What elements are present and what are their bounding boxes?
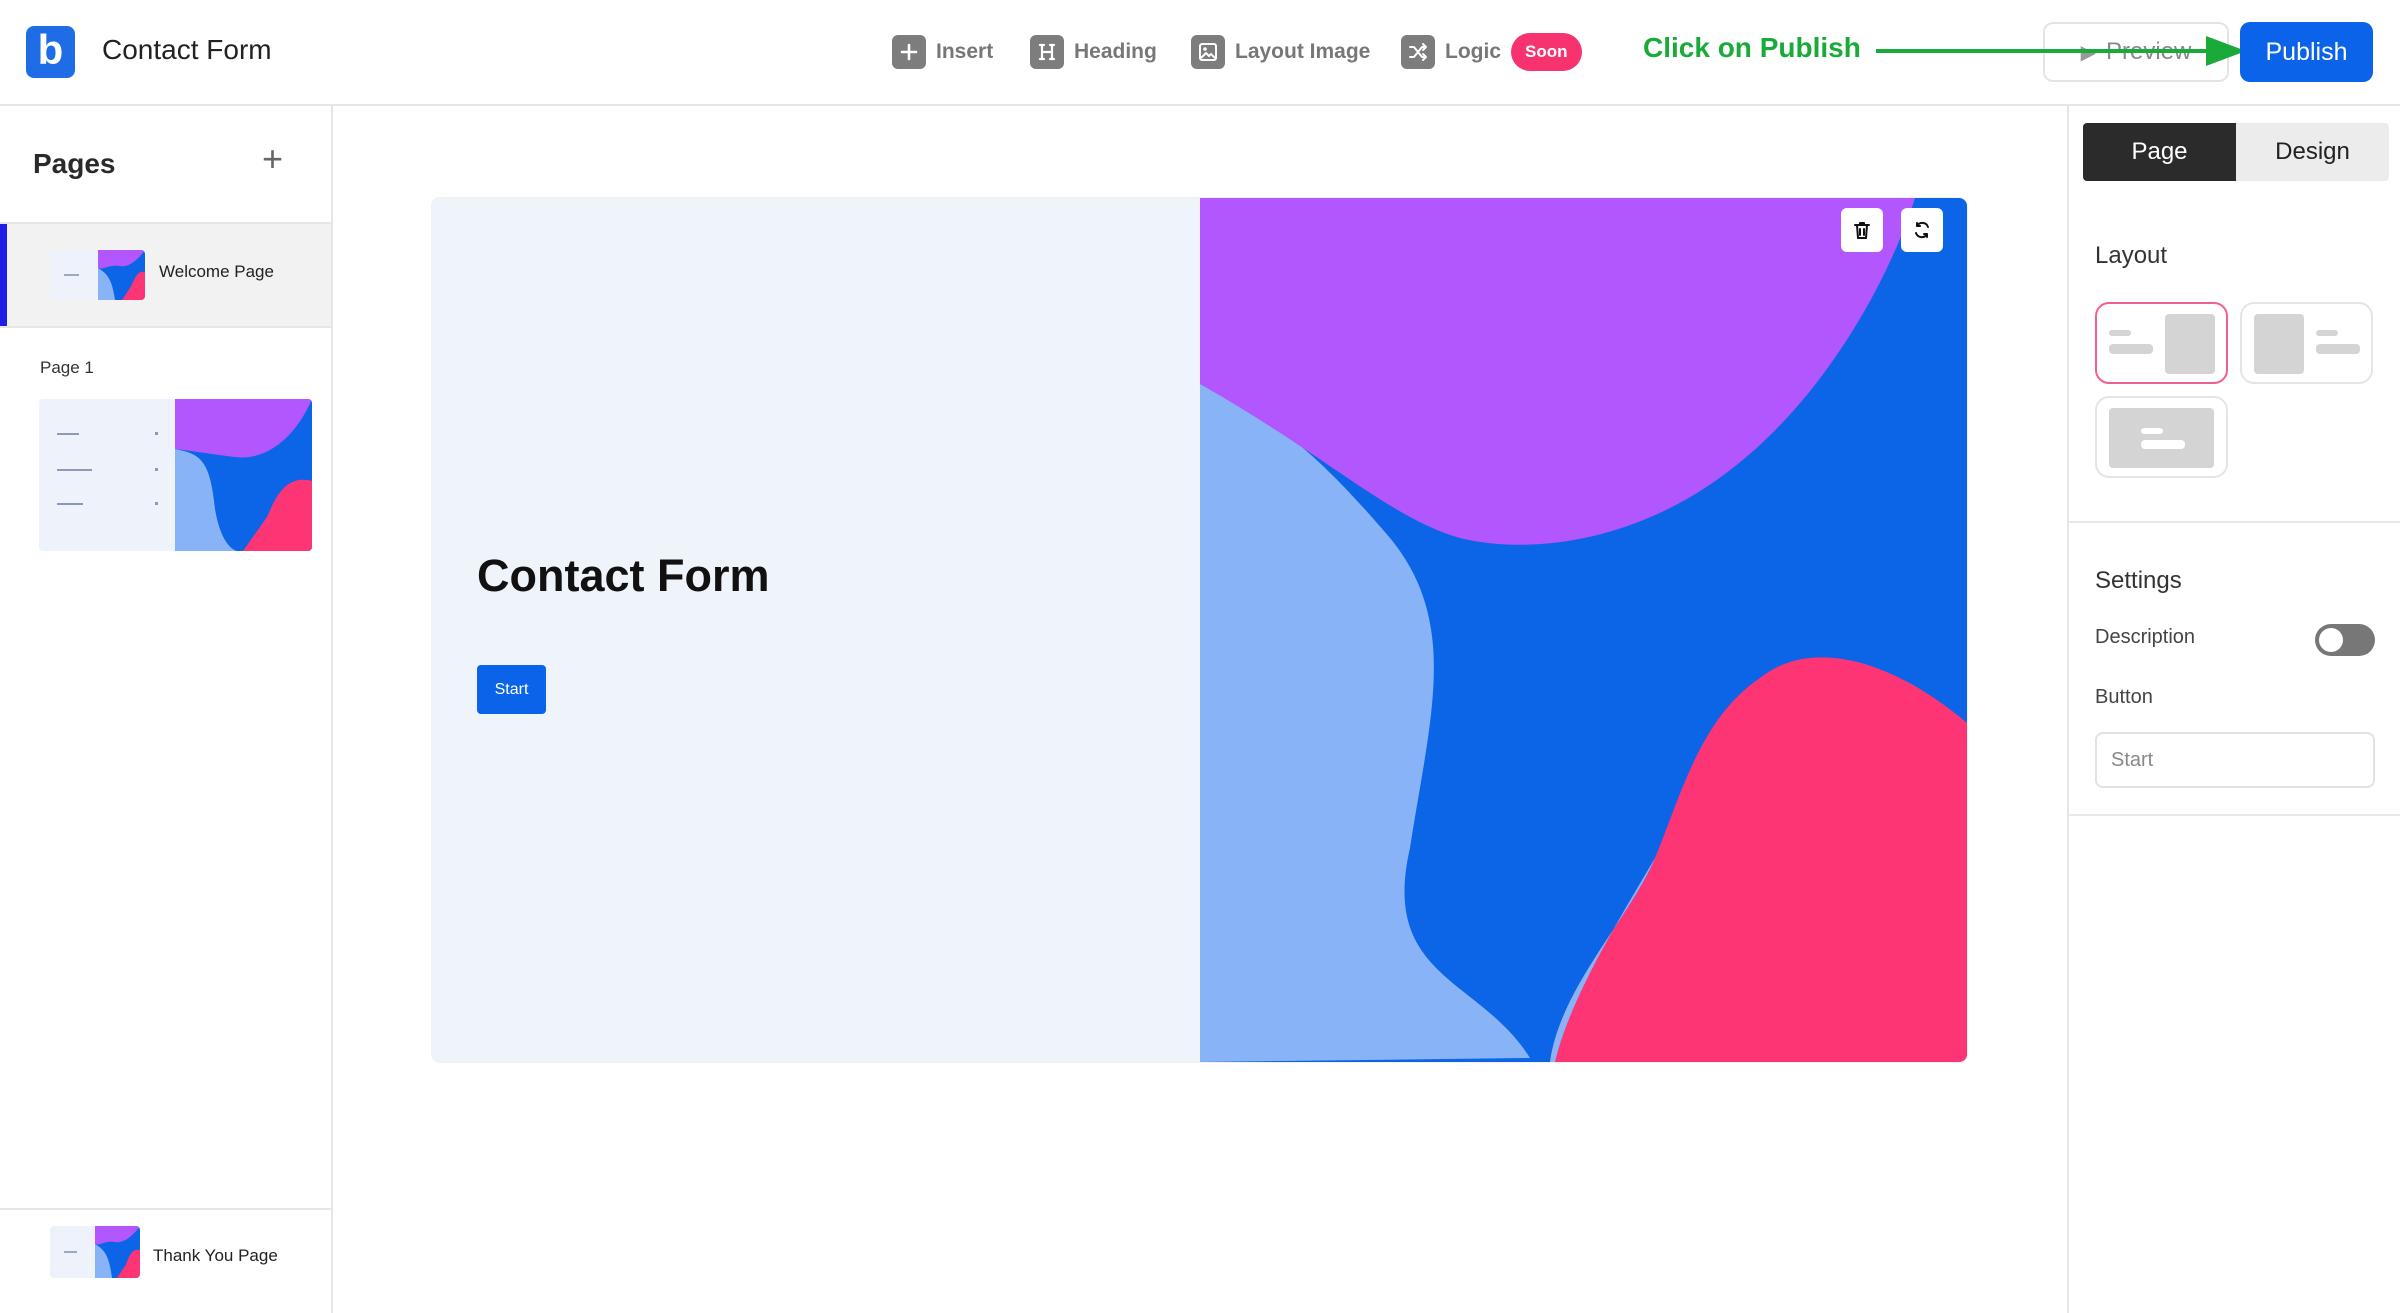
layout-image-button[interactable]: Layout Image	[1191, 32, 1370, 72]
app-logo[interactable]: b	[26, 26, 75, 78]
tab-page[interactable]: Page	[2083, 123, 2236, 181]
arrow-annotation	[1876, 36, 2246, 66]
logic-button[interactable]: Logic Soon	[1401, 32, 1582, 72]
toggle-knob	[2319, 628, 2343, 652]
page-label[interactable]: Page 1	[40, 358, 94, 378]
publish-button[interactable]: Publish	[2240, 22, 2373, 82]
welcome-thumbnail	[50, 250, 145, 300]
add-page-icon[interactable]: +	[262, 138, 283, 180]
page-item-welcome[interactable]: Welcome Page	[0, 222, 331, 328]
layout-option-text-left[interactable]	[2095, 302, 2228, 384]
form-title[interactable]: Contact Form	[102, 34, 272, 66]
shuffle-icon	[1401, 35, 1435, 69]
page-heading[interactable]: Contact Form	[477, 550, 770, 602]
heading-icon	[1030, 35, 1064, 69]
page-label: Thank You Page	[153, 1246, 278, 1265]
plus-icon	[892, 35, 926, 69]
top-bar: b Contact Form Insert Heading Layout Ima…	[0, 0, 2400, 106]
page-item-thank-you[interactable]: Thank You Page	[0, 1210, 331, 1313]
button-label: Button	[2095, 686, 2153, 708]
pages-sidebar: Pages + Welcome Page Page 1 Thank You Pa…	[0, 106, 333, 1313]
logic-label: Logic	[1445, 40, 1501, 63]
delete-image-button[interactable]	[1841, 208, 1883, 252]
description-label: Description	[2095, 626, 2196, 648]
trash-icon	[1854, 222, 1870, 239]
panel-divider	[2069, 814, 2400, 816]
layout-option-centered[interactable]	[2095, 396, 2228, 478]
page-1-thumbnail[interactable]	[39, 399, 312, 551]
start-button[interactable]: Start	[477, 665, 546, 714]
settings-heading: Settings	[2095, 567, 2182, 594]
abstract-blob-image	[1200, 198, 1967, 1062]
refresh-icon	[1915, 221, 1929, 239]
logo-letter: b	[37, 26, 64, 73]
image-icon	[1191, 35, 1225, 69]
button-text-input[interactable]: Start	[2095, 732, 2375, 788]
heading-button[interactable]: Heading	[1030, 32, 1157, 72]
replace-image-button[interactable]	[1901, 208, 1943, 252]
layout-option-image-left[interactable]	[2240, 302, 2373, 384]
properties-panel: Page Design Layout Settings Description …	[2067, 106, 2400, 1313]
content-panel: Contact Form Start	[432, 198, 1200, 1062]
layout-image-label: Layout Image	[1235, 40, 1371, 63]
heading-label: Heading	[1074, 40, 1157, 63]
description-toggle[interactable]	[2315, 624, 2375, 656]
insert-button[interactable]: Insert	[892, 32, 993, 72]
tab-design[interactable]: Design	[2236, 123, 2389, 181]
click-publish-annotation: Click on Publish	[1643, 32, 1861, 63]
layout-heading: Layout	[2095, 242, 2168, 269]
selected-indicator	[0, 224, 7, 326]
soon-badge: Soon	[1511, 33, 1582, 71]
page-label: Welcome Page	[159, 262, 274, 281]
welcome-page-card[interactable]: Contact Form Start	[432, 198, 1967, 1062]
panel-divider	[2069, 521, 2400, 523]
pages-heading: Pages	[33, 148, 116, 179]
layout-image[interactable]	[1200, 198, 1967, 1062]
insert-label: Insert	[936, 40, 994, 63]
thank-you-thumbnail	[50, 1226, 140, 1278]
